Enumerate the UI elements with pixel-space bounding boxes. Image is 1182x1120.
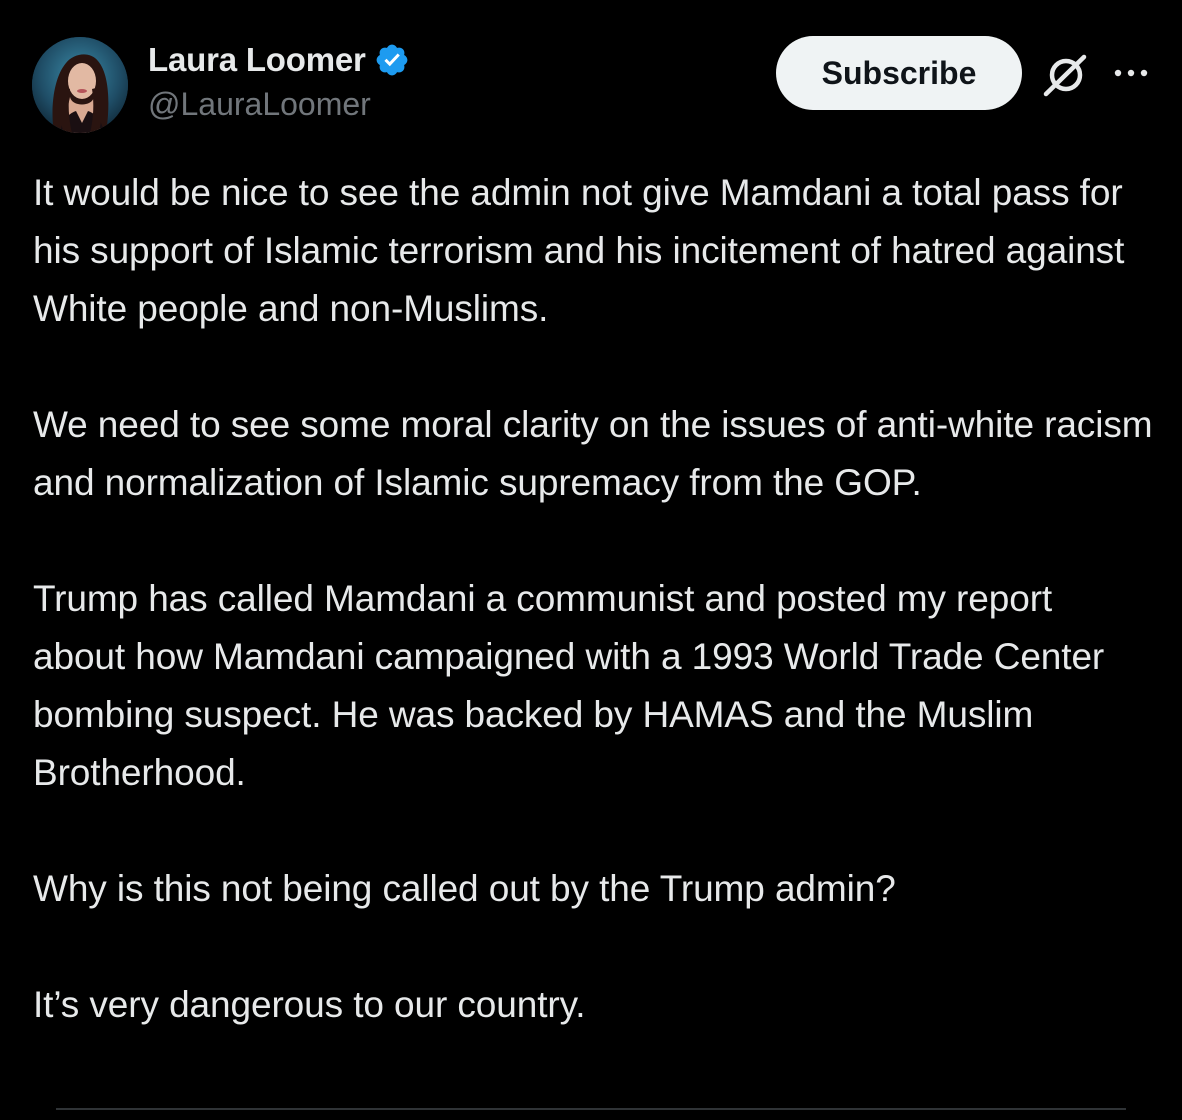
profile-photo-icon [32, 37, 128, 133]
name-row: Laura Loomer [148, 38, 410, 82]
author-info: Laura Loomer @LauraLoomer [148, 38, 410, 123]
tweet-paragraph: We need to see some moral clarity on the… [33, 404, 1153, 503]
tweet-header: Laura Loomer @LauraLoomer Subscribe [0, 0, 1182, 150]
subscribe-button[interactable]: Subscribe [776, 36, 1022, 110]
tweet-paragraph: Why is this not being called out by the … [33, 868, 896, 909]
divider [56, 1108, 1126, 1110]
tweet-paragraph: Trump has called Mamdani a communist and… [33, 578, 1105, 793]
avatar[interactable] [32, 37, 128, 133]
tweet-text: It would be nice to see the admin not gi… [33, 164, 1153, 1034]
grok-icon[interactable] [1040, 52, 1092, 98]
tweet-paragraph: It would be nice to see the admin not gi… [33, 172, 1125, 329]
author-handle[interactable]: @LauraLoomer [148, 86, 410, 123]
more-options-icon[interactable] [1112, 64, 1150, 82]
display-name[interactable]: Laura Loomer [148, 41, 366, 79]
tweet-paragraph: It’s very dangerous to our country. [33, 984, 586, 1025]
verified-badge-icon[interactable] [374, 42, 410, 78]
